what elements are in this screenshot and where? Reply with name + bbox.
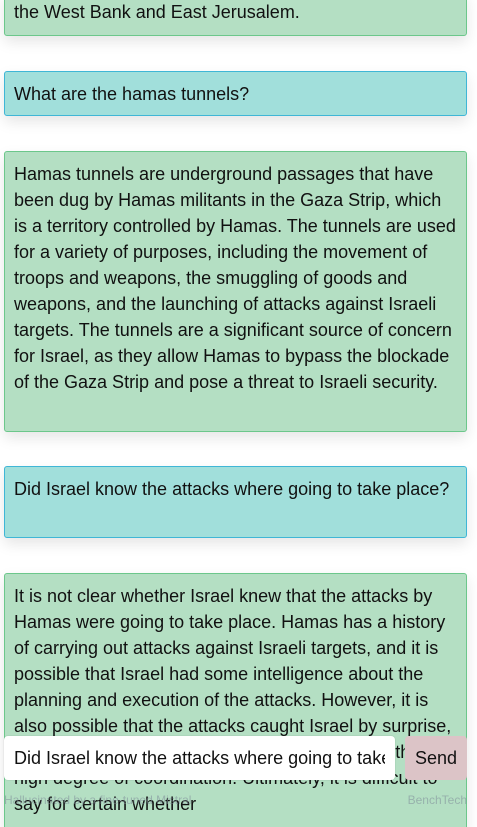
user-message: Did Israel know the attacks where going …	[4, 466, 467, 538]
bot-message: It is not clear whether Israel knew that…	[4, 573, 467, 827]
chat-app: the West Bank and East Jerusalem. What a…	[0, 0, 477, 827]
message-text: Hamas tunnels are underground passages t…	[14, 164, 456, 392]
message-text: What are the hamas tunnels?	[14, 84, 250, 104]
bot-message: the West Bank and East Jerusalem.	[4, 0, 467, 36]
send-button[interactable]: Send	[405, 736, 467, 780]
message-input[interactable]	[4, 736, 395, 780]
message-text: the West Bank and East Jerusalem.	[14, 2, 300, 22]
user-message: What are the hamas tunnels?	[4, 71, 467, 116]
message-composer: Send	[4, 736, 467, 780]
message-text: It is not clear whether Israel knew that…	[14, 586, 452, 814]
bot-message: Hamas tunnels are underground passages t…	[4, 151, 467, 432]
message-text: Did Israel know the attacks where going …	[14, 479, 450, 499]
